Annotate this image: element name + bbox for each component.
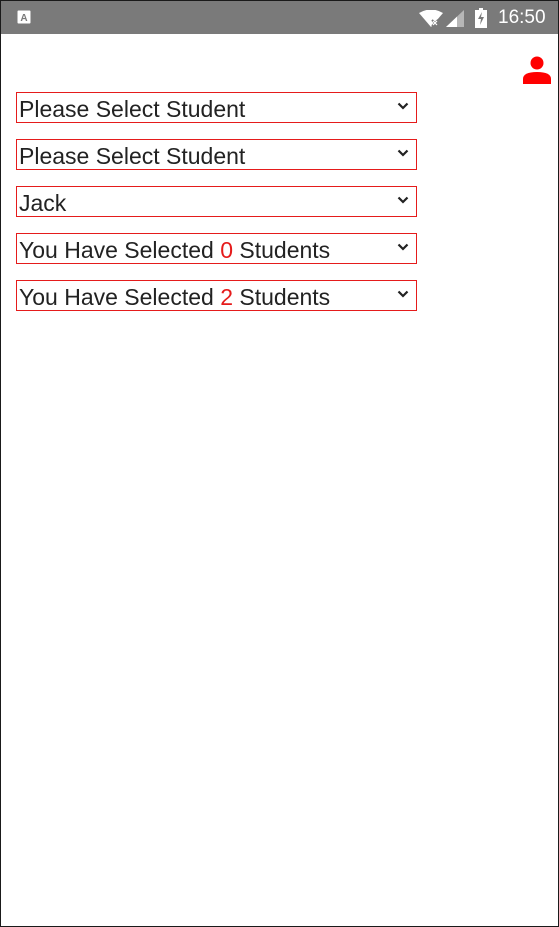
selected-count: 0 [220, 237, 233, 263]
selected-count: 2 [220, 284, 233, 310]
multi-student-select-dropdown[interactable]: You Have Selected 2 Students [16, 280, 417, 311]
app-notification-icon: A [17, 10, 31, 24]
dropdown-label: Jack [19, 190, 67, 216]
student-select-dropdown[interactable]: Jack [16, 186, 417, 217]
chevron-down-icon [397, 290, 409, 298]
selection-prefix: You Have Selected [19, 284, 221, 310]
selection-suffix: Students [232, 284, 331, 310]
chevron-down-icon [397, 149, 409, 157]
selection-prefix: You Have Selected [19, 237, 221, 263]
svg-text:A: A [20, 13, 27, 24]
chevron-down-icon [397, 196, 409, 204]
chevron-down-icon [397, 243, 409, 251]
person-icon[interactable] [523, 56, 551, 84]
battery-charging-icon [475, 8, 487, 28]
signal-icon [446, 10, 464, 27]
multi-student-select-dropdown[interactable]: You Have Selected 0 Students [16, 233, 417, 264]
status-bar: A 16:50 [1, 1, 558, 34]
status-time: 16:50 [498, 7, 546, 28]
dropdown-label: You Have Selected 2 Students [19, 284, 330, 310]
app-screen: A 16:50 Please Select Student Please Sel… [0, 0, 559, 927]
selection-suffix: Students [232, 237, 331, 263]
wifi-icon [419, 10, 443, 27]
dropdown-label: Please Select Student [19, 143, 246, 169]
student-select-dropdown[interactable]: Please Select Student [16, 92, 417, 123]
chevron-down-icon [397, 102, 409, 110]
dropdown-label: Please Select Student [19, 96, 246, 122]
dropdown-label: You Have Selected 0 Students [19, 237, 330, 263]
student-select-dropdown[interactable]: Please Select Student [16, 139, 417, 170]
